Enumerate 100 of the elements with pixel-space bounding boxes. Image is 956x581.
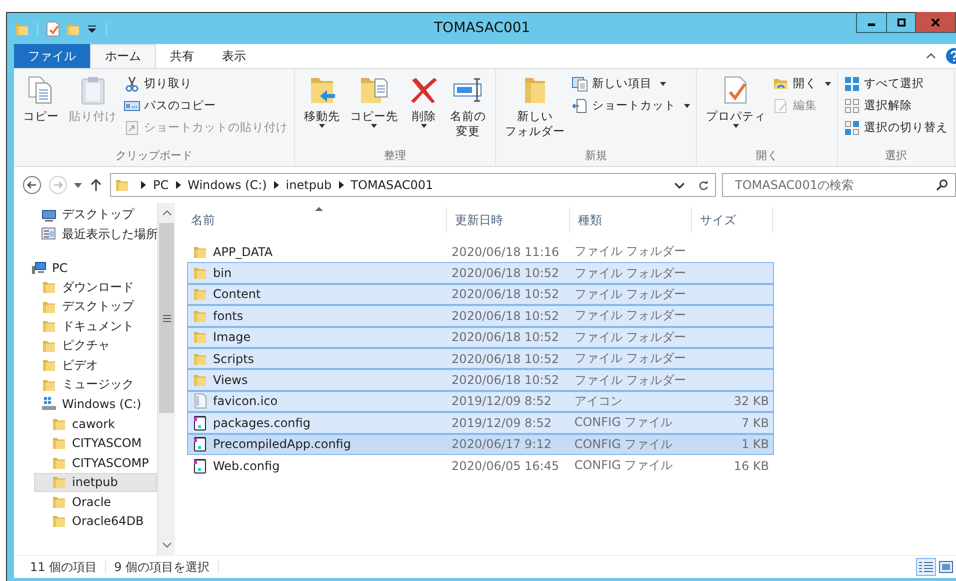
file-row[interactable]: Scripts 2020/06/18 10:52 ファイル フォルダー: [187, 348, 774, 370]
details-view-icon: [919, 561, 933, 573]
ribbon-button[interactable]: 開く: [773, 74, 831, 93]
ribbon-button[interactable]: 新しい フォルダー: [502, 72, 568, 148]
properties-icon[interactable]: [45, 20, 61, 36]
caret-icon: [660, 82, 666, 86]
modified-date: 2020/06/18 10:52: [450, 287, 560, 302]
back-button[interactable]: [22, 175, 42, 195]
nav-item[interactable]: CITYASCOMP: [34, 453, 157, 472]
ribbon-button[interactable]: コピー先: [347, 72, 401, 148]
invert-selection-icon: [844, 120, 860, 136]
search-icon: [936, 179, 948, 191]
selection-count: 9 個の項目を選択: [113, 558, 211, 576]
folder-icon: [41, 357, 57, 374]
nav-item[interactable]: inetpub: [34, 472, 157, 492]
file-row[interactable]: Views 2020/06/18 10:52 ファイル フォルダー: [187, 369, 774, 391]
scroll-down-icon[interactable]: [162, 542, 172, 548]
ribbon-button[interactable]: プロパティ: [703, 72, 769, 148]
file-type: ファイル フォルダー: [573, 307, 688, 324]
file-type: ファイル フォルダー: [573, 243, 688, 260]
details-view-button[interactable]: [916, 558, 936, 576]
group-label: クリップボード: [114, 148, 194, 164]
group-label: 新規: [584, 148, 608, 164]
image-file-icon: [192, 393, 208, 410]
file-row[interactable]: fonts 2020/06/18 10:52 ファイル フォルダー: [187, 305, 774, 327]
nav-item[interactable]: Oracle64DB: [34, 512, 157, 531]
ribbon-button[interactable]: 削除: [405, 72, 443, 148]
chevron-icon: [141, 181, 146, 189]
breadcrumb-item[interactable]: inetpub: [286, 178, 332, 192]
ribbon-tab[interactable]: ホーム: [90, 44, 156, 68]
ribbon-button[interactable]: 新しい項目: [572, 74, 690, 93]
file-row[interactable]: Image 2020/06/18 10:52 ファイル フォルダー: [187, 326, 774, 348]
ribbon-button[interactable]: 切り取り: [124, 74, 288, 93]
scroll-up-icon[interactable]: [162, 210, 172, 216]
file-size: 32 KB: [734, 394, 770, 408]
file-row[interactable]: packages.config 2019/12/09 8:52 CONFIG ファイル 7 KB: [187, 412, 774, 434]
breadcrumb-item[interactable]: PC: [153, 178, 169, 192]
config-file-icon: [192, 458, 208, 474]
ribbon-button[interactable]: パスのコピー: [124, 96, 288, 115]
collapse-icon[interactable]: [926, 53, 936, 59]
config-file-icon: [192, 436, 208, 452]
scrollbar[interactable]: [157, 203, 175, 555]
column-header[interactable]: 種類: [570, 207, 692, 233]
nav-item[interactable]: Windows (C:): [24, 394, 157, 414]
ribbon-button[interactable]: 名前の 変更: [447, 72, 489, 148]
refresh-icon[interactable]: [698, 180, 709, 190]
file-type: CONFIG ファイル: [573, 414, 674, 432]
ribbon-button[interactable]: 選択の切り替え: [844, 118, 948, 137]
close-icon: [931, 18, 940, 26]
thumbnail-view-button[interactable]: [936, 558, 956, 576]
ribbon-button[interactable]: 選択解除: [844, 96, 948, 115]
search-field[interactable]: TOMASAC001の検索: [722, 173, 956, 197]
modified-date: 2019/12/09 8:52: [450, 394, 552, 408]
ribbon-button[interactable]: すべて選択: [844, 74, 948, 93]
nav-item[interactable]: ダウンロード: [24, 278, 157, 297]
ribbon-button[interactable]: 移動先: [301, 72, 343, 148]
nav-item[interactable]: ドキュメント: [24, 316, 157, 336]
address-bar[interactable]: PC Windows (C:) inetpub TOMASAC001: [110, 173, 716, 197]
file-name: packages.config: [213, 416, 310, 430]
file-row[interactable]: favicon.ico 2019/12/09 8:52 アイコン 32 KB: [187, 390, 774, 412]
nav-item[interactable]: Oracle: [34, 492, 157, 512]
dropdown-icon[interactable]: [88, 24, 96, 32]
ribbon-tab[interactable]: 表示: [208, 44, 260, 68]
file-type: CONFIG ファイル: [573, 436, 674, 453]
file-row[interactable]: bin 2020/06/18 10:52 ファイル フォルダー: [187, 262, 774, 284]
up-arrow-icon[interactable]: [90, 178, 102, 192]
column-header[interactable]: サイズ: [692, 207, 773, 233]
item-count: 11 個の項目: [29, 558, 98, 576]
caret-icon[interactable]: [74, 182, 82, 188]
modified-date: 2020/06/18 10:52: [450, 308, 560, 323]
file-row[interactable]: APP_DATA 2020/06/18 11:16 ファイル フォルダー: [187, 241, 774, 262]
caret-icon: [421, 124, 427, 128]
nav-item[interactable]: PC: [14, 258, 157, 278]
breadcrumb-item[interactable]: TOMASAC001: [350, 178, 434, 192]
chevron-icon: [338, 181, 344, 189]
file-name: Views: [213, 373, 248, 388]
ribbon-button[interactable]: コピー: [20, 72, 62, 148]
file-type: ファイル フォルダー: [573, 286, 688, 303]
file-type: ファイル フォルダー: [573, 372, 688, 389]
column-header[interactable]: 名前: [183, 207, 447, 233]
file-row[interactable]: Web.config 2020/06/05 16:45 CONFIG ファイル 16 KB: [187, 454, 774, 476]
breadcrumb-item[interactable]: Windows (C:): [188, 178, 267, 192]
maximize-icon: [896, 18, 906, 26]
modified-date: 2020/06/18 10:52: [450, 352, 560, 366]
column-header[interactable]: 更新日時: [447, 207, 570, 233]
nav-item[interactable]: ビデオ: [24, 356, 157, 375]
file-row[interactable]: Content 2020/06/18 10:52 ファイル フォルダー: [187, 284, 774, 306]
nav-item[interactable]: CITYASCOM: [34, 434, 157, 453]
ribbon-tab[interactable]: ファイル: [14, 44, 90, 68]
nav-item[interactable]: デスクトップ: [24, 205, 157, 224]
file-row[interactable]: PrecompiledApp.config 2020/06/17 9:12 CONFIG ファイル 1 KB: [187, 434, 774, 455]
nav-item[interactable]: ミュージック: [24, 375, 157, 394]
close-button[interactable]: [915, 12, 955, 32]
ribbon-button[interactable]: ショートカット: [572, 96, 690, 115]
nav-item[interactable]: ピクチャ: [24, 336, 157, 356]
ribbon-tab[interactable]: 共有: [156, 44, 208, 68]
select-all-icon: [844, 76, 860, 92]
nav-item[interactable]: cawork: [34, 414, 157, 434]
nav-item[interactable]: デスクトップ: [24, 297, 157, 316]
new-item-icon: [572, 76, 588, 92]
